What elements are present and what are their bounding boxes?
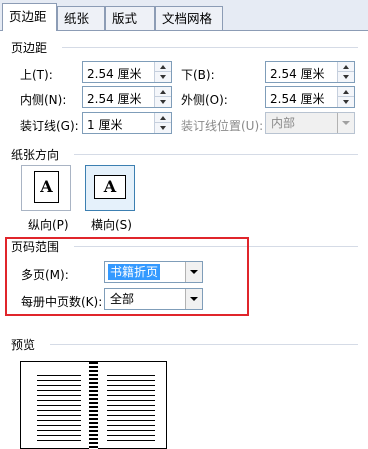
preview-text-line	[107, 430, 155, 431]
gutter-spinner[interactable]: 1 厘米	[82, 112, 172, 134]
page-range-section-title: 页码范围	[11, 238, 59, 255]
booklet-preview	[20, 361, 167, 449]
landscape-icon-letter: A	[103, 177, 117, 196]
gutter-value[interactable]: 1 厘米	[87, 116, 122, 133]
top-margin-value[interactable]: 2.54 厘米	[87, 65, 142, 82]
inside-margin-spinner[interactable]: 2.54 厘米	[82, 86, 172, 108]
spin-up-icon[interactable]	[154, 62, 171, 72]
preview-divider	[50, 344, 358, 345]
margins-section-title: 页边距	[11, 39, 47, 56]
gutter-position-label: 装订线位置(U):	[181, 119, 264, 133]
preview-text-line	[37, 390, 81, 391]
multiple-pages-dropdown[interactable]: 书籍折页	[104, 261, 203, 283]
bottom-margin-spinner[interactable]: 2.54 厘米	[265, 61, 355, 83]
spin-up-icon[interactable]	[154, 87, 171, 97]
portrait-page-icon: A	[34, 171, 59, 203]
bottom-margin-value[interactable]: 2.54 厘米	[270, 65, 325, 82]
preview-text-line	[37, 415, 81, 416]
margins-divider	[62, 47, 358, 48]
spin-up-icon[interactable]	[337, 62, 354, 72]
preview-text-line	[107, 425, 155, 426]
gutter-position-value[interactable]: 内部	[269, 115, 297, 131]
tab-layout[interactable]: 版式	[105, 6, 155, 31]
preview-text-line	[37, 395, 81, 396]
landscape-page-icon: A	[94, 175, 126, 199]
outside-margin-value[interactable]: 2.54 厘米	[270, 90, 325, 107]
top-margin-label: 上(T):	[20, 68, 53, 82]
page-range-section-label: 页码范围	[11, 240, 60, 254]
portrait-button[interactable]: A	[21, 165, 71, 211]
orientation-section-title: 纸张方向	[11, 146, 59, 163]
multiple-pages-label: 多页(M):	[21, 268, 69, 282]
preview-text-line	[107, 415, 155, 416]
chevron-down-icon[interactable]	[185, 289, 202, 309]
preview-text-line	[107, 395, 155, 396]
preview-text-line	[37, 380, 81, 381]
preview-text-line	[37, 410, 81, 411]
sheets-per-booklet-value[interactable]: 全部	[108, 291, 136, 307]
multiple-pages-value[interactable]: 书籍折页	[108, 264, 161, 280]
preview-text-line	[107, 435, 155, 436]
sheets-per-booklet-dropdown[interactable]: 全部	[104, 288, 203, 310]
preview-text-line	[107, 410, 155, 411]
gutter-label: 装订线(G):	[20, 119, 79, 133]
preview-text-line	[37, 430, 81, 431]
preview-text-line	[107, 380, 155, 381]
preview-text-line	[37, 440, 81, 441]
spin-up-icon[interactable]	[154, 113, 171, 123]
tab-document-grid[interactable]: 文档网格	[155, 6, 223, 31]
preview-text-line	[37, 435, 81, 436]
orientation-divider	[74, 154, 358, 155]
preview-text-line	[107, 390, 155, 391]
preview-text-line	[37, 405, 81, 406]
inside-margin-value[interactable]: 2.54 厘米	[87, 90, 142, 107]
spin-down-icon[interactable]	[337, 72, 354, 82]
preview-section-title: 预览	[11, 336, 35, 353]
orientation-section-label: 纸张方向	[11, 148, 60, 162]
outside-margin-spinner[interactable]: 2.54 厘米	[265, 86, 355, 108]
preview-text-line	[107, 375, 155, 376]
preview-text-line	[37, 425, 81, 426]
preview-text-line	[107, 405, 155, 406]
portrait-icon-letter: A	[40, 177, 53, 196]
margins-section-label: 页边距	[11, 41, 48, 55]
spin-down-icon[interactable]	[154, 97, 171, 107]
chevron-down-icon[interactable]	[337, 113, 354, 133]
preview-text-line	[37, 375, 81, 376]
tab-bar: 页边距 纸张 版式 文档网格	[0, 0, 368, 31]
preview-text-line	[107, 400, 155, 401]
preview-section-label: 预览	[11, 338, 36, 352]
preview-text-line	[37, 385, 81, 386]
spin-down-icon[interactable]	[154, 72, 171, 82]
preview-text-line	[37, 400, 81, 401]
spin-down-icon[interactable]	[337, 97, 354, 107]
sheets-per-booklet-label: 每册中页数(K):	[21, 295, 103, 309]
landscape-label[interactable]: 横向(S)	[91, 216, 132, 233]
spin-up-icon[interactable]	[337, 87, 354, 97]
preview-text-line	[107, 420, 155, 421]
preview-binding-icon	[89, 362, 98, 449]
page-range-divider	[74, 246, 358, 247]
preview-text-line	[107, 440, 155, 441]
preview-text-line	[107, 385, 155, 386]
top-margin-spinner[interactable]: 2.54 厘米	[82, 61, 172, 83]
portrait-label[interactable]: 纵向(P)	[28, 216, 69, 233]
outside-margin-label: 外侧(O):	[181, 93, 228, 107]
preview-text-line	[37, 420, 81, 421]
chevron-down-icon[interactable]	[185, 262, 202, 282]
spin-down-icon[interactable]	[154, 123, 171, 133]
tab-margins[interactable]: 页边距	[2, 3, 57, 31]
gutter-position-dropdown[interactable]: 内部	[265, 112, 355, 134]
inside-margin-label: 内侧(N):	[20, 93, 67, 107]
tab-paper[interactable]: 纸张	[57, 6, 105, 31]
landscape-button[interactable]: A	[85, 165, 135, 211]
bottom-margin-label: 下(B):	[181, 68, 215, 82]
